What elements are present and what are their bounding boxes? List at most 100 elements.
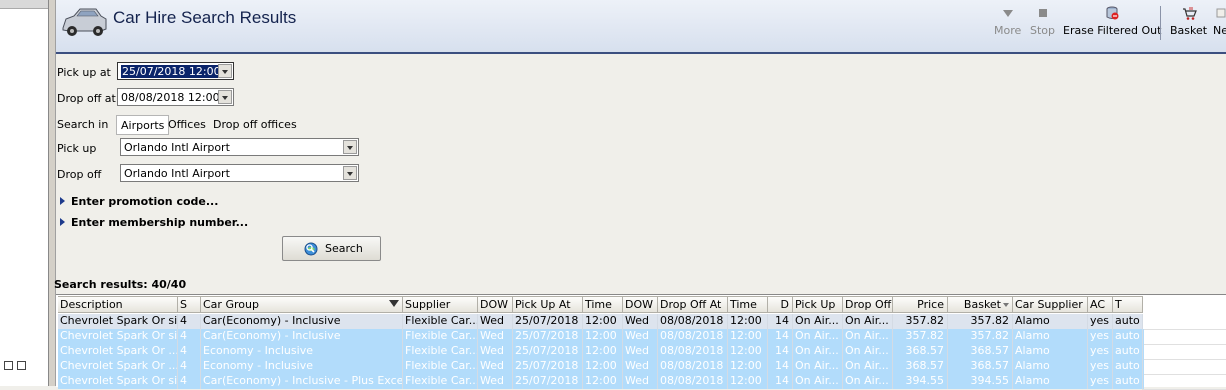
row-filler — [1142, 374, 1226, 390]
column-header-car-group[interactable]: Car Group — [201, 296, 403, 313]
header-bar: Car Hire Search Results More Stop Erase … — [56, 0, 1226, 54]
cell-price: 357.82 — [893, 314, 948, 329]
pickup-location-select[interactable]: Orlando Intl Airport — [120, 138, 359, 156]
sort-arrow-icon[interactable] — [1003, 303, 1009, 307]
column-header-dropoff-at[interactable]: Drop Off At — [658, 296, 728, 313]
column-header-label: Pick Up — [795, 298, 835, 311]
more-label: More — [994, 24, 1021, 37]
column-header-dow[interactable]: DOW — [478, 296, 513, 313]
cell-dropoff-at: 08/08/2018 — [658, 314, 728, 329]
column-header-time[interactable]: Time — [583, 296, 623, 313]
basket-label: Basket — [1170, 24, 1207, 37]
column-header-days[interactable]: D — [768, 296, 793, 313]
new-button[interactable]: Ne — [1213, 6, 1226, 37]
dropoff-location-select[interactable]: Orlando Intl Airport — [120, 164, 359, 182]
cell-description: Chevrolet Spark Or si... — [58, 314, 178, 329]
column-header-t[interactable]: T — [1113, 296, 1143, 313]
cell-time-2: 12:00 — [728, 374, 768, 389]
row-filler — [1142, 344, 1226, 360]
column-header-label: Time — [730, 298, 757, 311]
column-header-basket[interactable]: Basket — [948, 296, 1013, 313]
column-header-label: S — [180, 298, 187, 311]
erase-filtered-out-button[interactable]: Erase Filtered Out — [1063, 6, 1161, 37]
splitter[interactable] — [49, 0, 56, 386]
column-header-ac[interactable]: AC — [1088, 296, 1113, 313]
row-filler — [1142, 329, 1226, 345]
cell-days: 14 — [768, 314, 793, 329]
cell-s: 4 — [178, 314, 201, 329]
cell-pickup-at: 25/07/2018 — [513, 344, 583, 359]
search-button[interactable]: Search — [282, 236, 381, 261]
promotion-code-expander[interactable]: Enter promotion code... — [60, 195, 218, 208]
table-row[interactable]: Chevrolet Spark Or ...4Economy - Inclusi… — [58, 359, 1144, 374]
column-header-time-2[interactable]: Time — [728, 296, 768, 313]
cell-price: 368.57 — [893, 359, 948, 374]
chevron-down-icon[interactable] — [343, 140, 357, 154]
cell-dow: Wed — [478, 344, 513, 359]
table-row[interactable]: Chevrolet Spark Or si...4Car(Economy) - … — [58, 374, 1144, 389]
cell-pickup-at: 25/07/2018 — [513, 359, 583, 374]
pickup-datetime-field[interactable]: 25/07/2018 12:00 — [117, 62, 234, 80]
cell-supplier: Flexible Car... — [403, 344, 478, 359]
column-header-pickup-at[interactable]: Pick Up At — [513, 296, 583, 313]
cell-description: Chevrolet Spark Or ... — [58, 344, 178, 359]
membership-number-label: Enter membership number... — [71, 216, 248, 229]
cell-car-group: Economy - Inclusive — [201, 344, 403, 359]
stop-button[interactable]: Stop — [1030, 6, 1055, 37]
cell-dow-2: Wed — [623, 344, 658, 359]
cell-basket: 357.82 — [948, 329, 1013, 344]
membership-number-expander[interactable]: Enter membership number... — [60, 216, 248, 229]
cell-pickup-at: 25/07/2018 — [513, 374, 583, 389]
cell-basket: 394.55 — [948, 374, 1013, 389]
basket-icon — [1181, 6, 1197, 20]
column-header-car-supplier[interactable]: Car Supplier — [1013, 296, 1088, 313]
column-header-description[interactable]: Description — [58, 296, 178, 313]
table-row[interactable]: Chevrolet Spark Or ...4Economy - Inclusi… — [58, 344, 1144, 359]
column-header-pickup[interactable]: Pick Up — [793, 296, 843, 313]
column-header-label: Description — [60, 298, 123, 311]
search-in-airports-tab[interactable]: Airports — [116, 115, 169, 135]
search-icon — [304, 242, 318, 256]
cell-pickup-at: 25/07/2018 — [513, 314, 583, 329]
cell-s: 4 — [178, 374, 201, 389]
cell-dropoff-at: 08/08/2018 — [658, 359, 728, 374]
column-header-label: Time — [585, 298, 612, 311]
search-in-offices-tab[interactable]: Offices — [164, 115, 210, 135]
cell-pickup: On Air... — [793, 359, 843, 374]
table-row[interactable]: Chevrolet Spark Or si...4Car(Economy) - … — [58, 314, 1142, 329]
cell-dow-2: Wed — [623, 374, 658, 389]
minimize-icon[interactable] — [4, 361, 13, 370]
cell-s: 4 — [178, 344, 201, 359]
cell-dow: Wed — [478, 329, 513, 344]
expand-arrow-icon — [60, 218, 65, 226]
cell-ac: yes — [1088, 344, 1113, 359]
column-header-s[interactable]: S — [178, 296, 201, 313]
page-title: Car Hire Search Results — [113, 8, 296, 28]
column-header-dow-2[interactable]: DOW — [623, 296, 658, 313]
column-header-label: Supplier — [405, 298, 450, 311]
column-header-price[interactable]: Price — [893, 296, 948, 313]
cell-days: 14 — [768, 344, 793, 359]
basket-button[interactable]: Basket — [1170, 6, 1207, 37]
cell-dow: Wed — [478, 374, 513, 389]
cell-pickup: On Air... — [793, 344, 843, 359]
cell-dropoff-at: 08/08/2018 — [658, 344, 728, 359]
dropoff-datetime-field[interactable]: 08/08/2018 12:00 — [117, 88, 234, 106]
cell-dow-2: Wed — [623, 329, 658, 344]
chevron-down-icon[interactable] — [343, 166, 357, 180]
cell-t: auto — [1113, 359, 1143, 374]
cell-car-supplier: Alamo — [1013, 359, 1088, 374]
chevron-down-icon[interactable] — [218, 64, 232, 78]
restore-icon[interactable] — [17, 361, 26, 370]
cell-ac: yes — [1088, 374, 1113, 389]
table-row[interactable]: Chevrolet Spark Or si...4Car(Economy) - … — [58, 329, 1144, 344]
column-header-supplier[interactable]: Supplier — [403, 296, 478, 313]
cell-pickup: On Air... — [793, 374, 843, 389]
cell-ac: yes — [1088, 359, 1113, 374]
chevron-down-icon[interactable] — [218, 90, 232, 104]
search-in-dropoff-offices-tab[interactable]: Drop off offices — [209, 115, 301, 135]
cell-pickup: On Air... — [793, 329, 843, 344]
more-button[interactable]: More — [994, 6, 1021, 37]
filter-icon[interactable] — [389, 300, 399, 307]
column-header-dropoff[interactable]: Drop Off — [843, 296, 893, 313]
